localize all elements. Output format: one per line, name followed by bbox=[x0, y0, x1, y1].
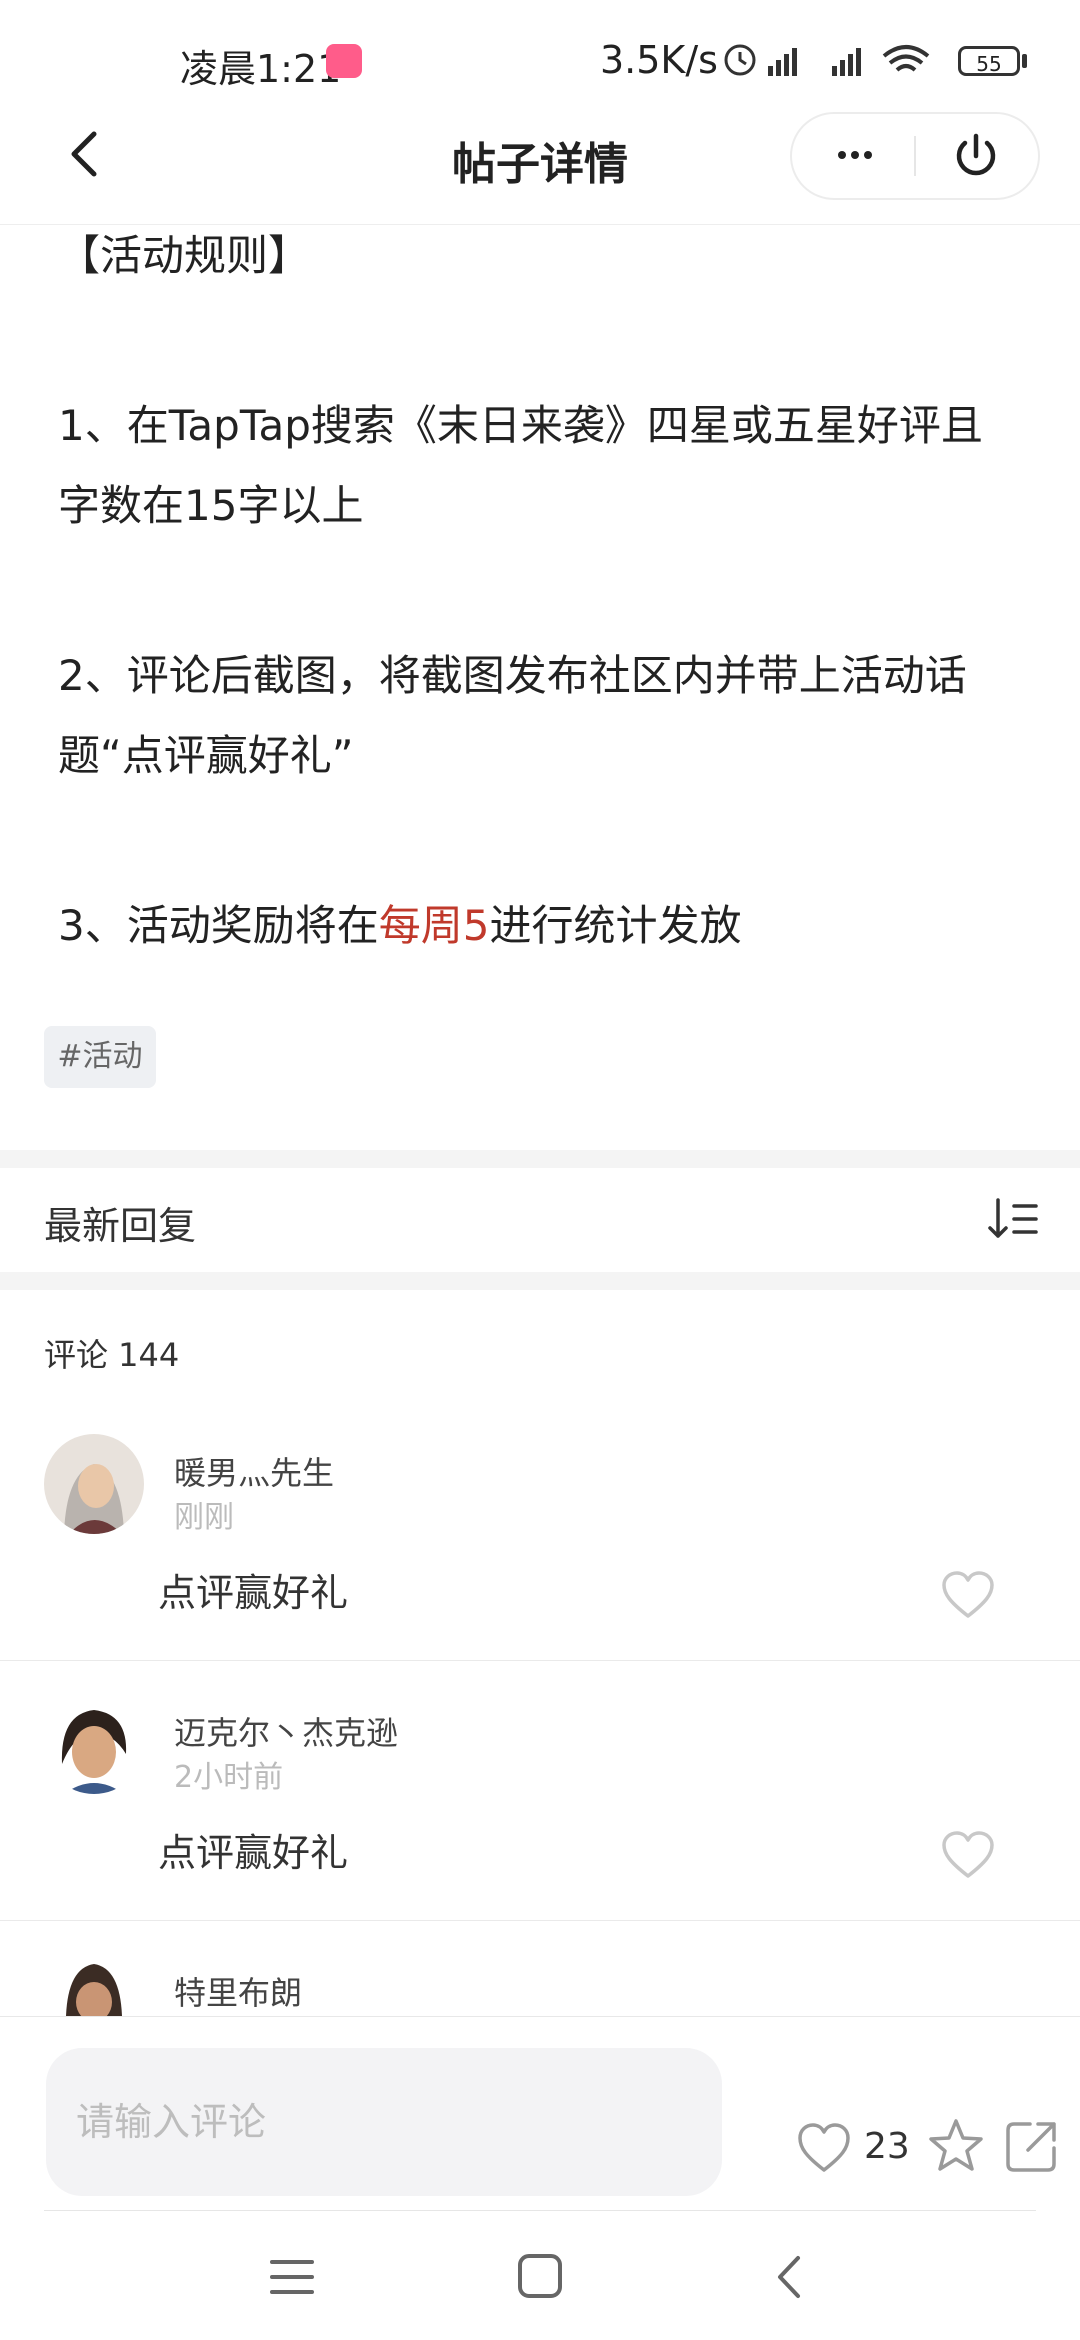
post-text-line: 题“点评赢好礼” bbox=[58, 731, 354, 780]
comment-input[interactable] bbox=[46, 2048, 722, 2196]
comment-user-name[interactable]: 迈克尔丶杰克逊 bbox=[174, 1708, 398, 1754]
comment-user-name[interactable]: 暖男灬先生 bbox=[174, 1448, 334, 1494]
more-icon[interactable] bbox=[820, 130, 890, 180]
topic-tag[interactable]: #活动 bbox=[44, 1026, 156, 1088]
sort-icon[interactable] bbox=[986, 1192, 1040, 1246]
post-text-line: 【活动规则】 bbox=[58, 231, 311, 280]
avatar[interactable] bbox=[44, 1694, 144, 1794]
menu-icon[interactable] bbox=[264, 2252, 320, 2302]
comment-count: 评论 144 bbox=[44, 1336, 180, 1374]
post-text-suffix: 进行统计发放 bbox=[489, 901, 742, 950]
home-icon[interactable] bbox=[512, 2248, 568, 2304]
heart-icon[interactable] bbox=[940, 1570, 996, 1620]
comment-time: 2小时前 bbox=[174, 1760, 284, 1795]
cellular-signal-icon bbox=[768, 48, 861, 76]
comment-user-name[interactable]: 特里布朗 bbox=[174, 1968, 302, 2014]
heart-icon[interactable] bbox=[796, 2120, 852, 2176]
power-icon[interactable] bbox=[946, 126, 1006, 186]
section-divider bbox=[0, 1272, 1080, 1290]
signal-icons bbox=[724, 44, 930, 76]
heart-icon[interactable] bbox=[940, 1830, 996, 1880]
post-text-line: 3、活动奖励将在每周5进行统计发放 bbox=[58, 892, 741, 953]
post-text-line: 2、评论后截图，将截图发布社区内并带上活动话 bbox=[58, 651, 967, 700]
section-divider bbox=[0, 1150, 1080, 1168]
like-count: 23 bbox=[864, 2126, 910, 2167]
avatar[interactable] bbox=[44, 1954, 144, 2016]
bottom-separator bbox=[44, 2210, 1036, 2211]
comment-text: 点评赢好礼 bbox=[158, 1571, 349, 1615]
battery-tip bbox=[1022, 54, 1027, 68]
comment-text: 点评赢好礼 bbox=[158, 1831, 349, 1875]
post-text-line: 字数在15字以上 bbox=[58, 481, 364, 530]
avatar[interactable] bbox=[44, 1434, 144, 1534]
network-speed: 3.5K/s bbox=[600, 38, 718, 82]
replies-title: 最新回复 bbox=[44, 1204, 197, 1248]
post-text-highlight: 每周5 bbox=[378, 901, 490, 950]
capsule-divider bbox=[914, 136, 916, 176]
wifi-icon bbox=[882, 45, 930, 72]
battery-indicator: 55 bbox=[958, 46, 1020, 76]
post-text-line: 1、在TapTap搜索《末日来袭》四星或五星好评且 bbox=[58, 401, 983, 450]
star-icon[interactable] bbox=[926, 2116, 986, 2176]
app-notification-icon bbox=[326, 44, 362, 78]
status-time: 凌晨1:21 bbox=[180, 47, 342, 91]
comment-separator bbox=[0, 1920, 1080, 1921]
share-icon[interactable] bbox=[1004, 2118, 1060, 2174]
back-icon[interactable] bbox=[766, 2250, 816, 2304]
comment-time: 刚刚 bbox=[174, 1500, 234, 1535]
comment-separator bbox=[0, 1660, 1080, 1661]
post-text-prefix: 3、活动奖励将在 bbox=[58, 901, 379, 950]
